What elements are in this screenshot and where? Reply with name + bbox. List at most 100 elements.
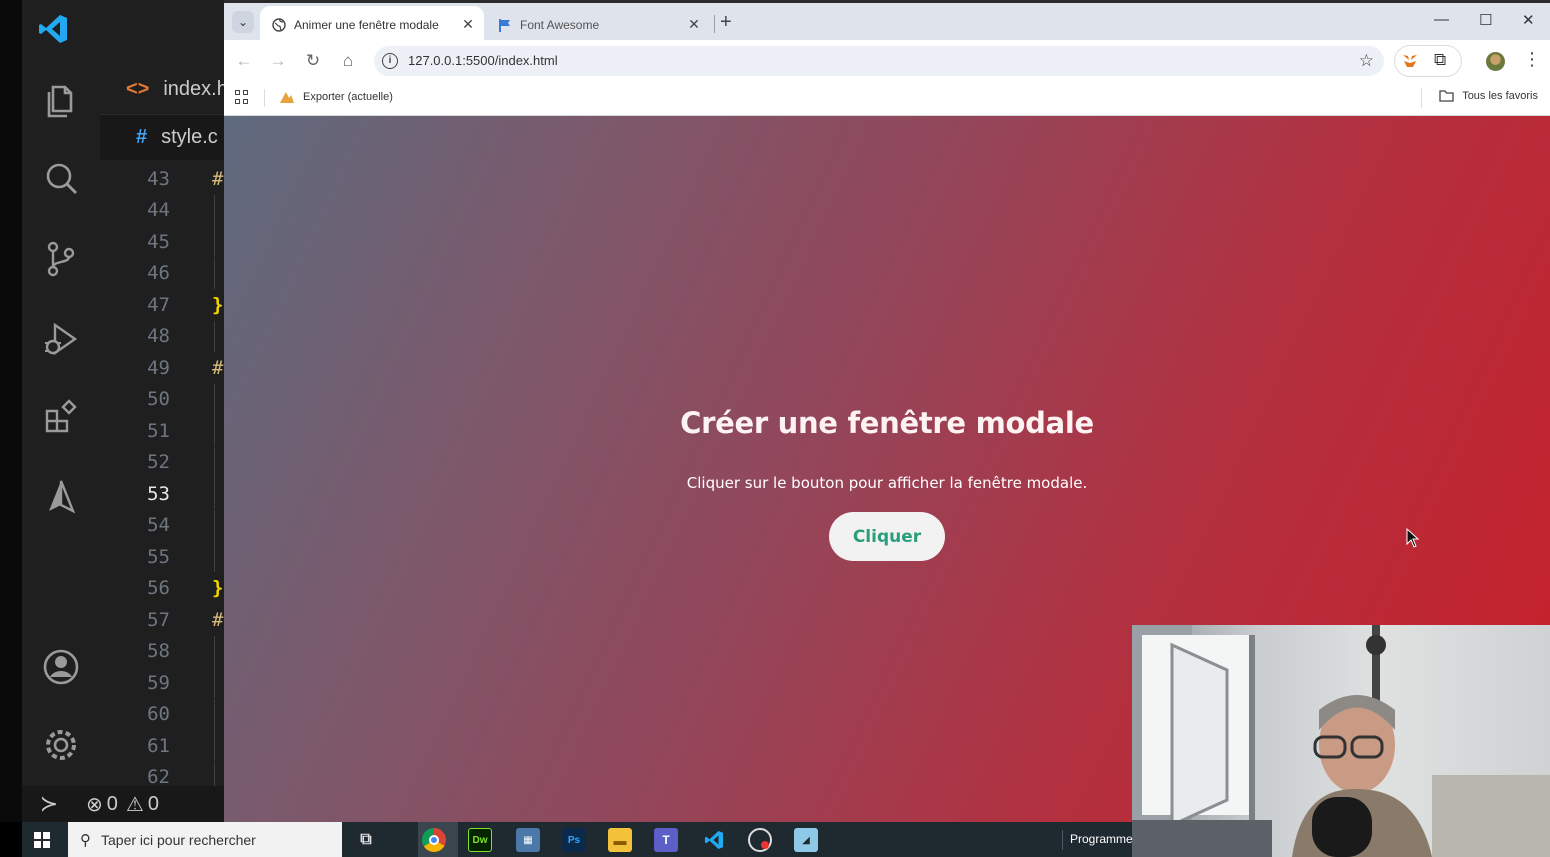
- windows-taskbar: ⚲ Taper ici pour rechercher ⧉ Dw ▦ Ps ▬ …: [22, 822, 1133, 857]
- windows-start-icon[interactable]: [34, 832, 50, 848]
- html-file-icon: <>: [126, 77, 150, 100]
- line-number: 53: [147, 482, 170, 505]
- apps-grid-icon[interactable]: [235, 90, 249, 104]
- browser-toolbar: ← → ↻ ⌂ i 127.0.0.1:5500/index.html ☆ ⧉ …: [224, 40, 1550, 82]
- bookmark-label: Exporter (actuelle): [303, 91, 393, 103]
- profile-avatar[interactable]: [1486, 52, 1505, 71]
- source-control-icon[interactable]: [38, 236, 84, 282]
- browser-tab[interactable]: Font Awesome ✕: [486, 6, 710, 43]
- line-number: 47: [147, 293, 170, 316]
- code-line[interactable]: 50: [100, 383, 224, 416]
- code-line[interactable]: 44: [100, 194, 224, 227]
- vscode-taskbar-icon[interactable]: [702, 828, 726, 852]
- code-text: #: [212, 356, 224, 379]
- tab-index-html[interactable]: <> index.h: [100, 66, 224, 112]
- dreamweaver-icon[interactable]: Dw: [468, 828, 492, 852]
- line-number: 58: [147, 640, 170, 663]
- code-line[interactable]: 47}: [100, 289, 224, 321]
- deploy-icon[interactable]: [38, 474, 84, 520]
- bookmark-exporter[interactable]: Exporter (actuelle): [279, 90, 393, 104]
- tab-search-chevron-icon[interactable]: ⌄: [232, 11, 254, 33]
- code-line[interactable]: 49 #: [100, 352, 224, 384]
- minimize-icon[interactable]: —: [1434, 11, 1449, 28]
- chrome-icon[interactable]: [422, 828, 446, 852]
- back-arrow-icon[interactable]: ←: [234, 51, 254, 71]
- vscode-logo-icon[interactable]: [36, 12, 70, 46]
- notepad-icon[interactable]: ◢: [794, 828, 818, 852]
- close-tab-icon[interactable]: ✕: [458, 16, 478, 33]
- photoshop-icon[interactable]: Ps: [562, 828, 586, 852]
- close-tab-icon[interactable]: ✕: [684, 16, 704, 33]
- code-line[interactable]: 46: [100, 257, 224, 290]
- code-text: [214, 761, 215, 786]
- code-line[interactable]: 62: [100, 761, 224, 786]
- extensions-icon[interactable]: [38, 394, 84, 440]
- remote-indicator-icon[interactable]: ≻: [22, 791, 76, 817]
- new-tab-button[interactable]: +: [720, 11, 732, 34]
- taskbar-search[interactable]: ⚲ Taper ici pour rechercher: [68, 822, 342, 857]
- code-line[interactable]: 54: [100, 509, 224, 542]
- line-gutter[interactable]: 43 #44 45 46 47} 48 49 #50 51 52 53 54 55 56} 57 # 58 59 6…: [100, 163, 224, 786]
- search-icon[interactable]: [38, 156, 84, 202]
- code-line[interactable]: 55: [100, 541, 224, 573]
- settings-gear-icon[interactable]: [38, 722, 84, 768]
- code-text: [214, 478, 215, 510]
- code-line[interactable]: 52: [100, 446, 224, 479]
- taskbar-toolbar-label[interactable]: Programme: [1070, 832, 1133, 846]
- forward-arrow-icon[interactable]: →: [268, 51, 288, 71]
- line-number: 49: [147, 356, 170, 379]
- code-line[interactable]: 43 #: [100, 163, 224, 195]
- line-number: 55: [147, 545, 170, 568]
- code-line[interactable]: 57 #: [100, 604, 224, 636]
- code-text: [214, 257, 215, 289]
- url-text[interactable]: 127.0.0.1:5500/index.html: [408, 53, 558, 68]
- code-line[interactable]: 60: [100, 698, 224, 731]
- close-window-icon[interactable]: ✕: [1522, 11, 1535, 29]
- code-line[interactable]: 61: [100, 730, 224, 762]
- address-bar[interactable]: i 127.0.0.1:5500/index.html ☆: [374, 46, 1384, 76]
- error-count[interactable]: 0: [107, 793, 118, 816]
- code-text: [214, 635, 215, 667]
- bookmark-divider: [264, 89, 265, 107]
- line-number: 61: [147, 734, 170, 757]
- tab-title: Animer une fenêtre modale: [294, 17, 439, 32]
- extensions-puzzle-icon[interactable]: ⧉: [1434, 50, 1446, 70]
- reload-icon[interactable]: ↻: [303, 51, 323, 71]
- task-view-icon[interactable]: ⧉: [354, 828, 378, 852]
- warning-icon[interactable]: ⚠: [126, 792, 144, 817]
- code-line[interactable]: 53: [100, 478, 224, 510]
- file-explorer-icon[interactable]: ▬: [608, 828, 632, 852]
- metamask-fox-icon[interactable]: [1402, 53, 1418, 69]
- code-text: [214, 541, 215, 573]
- run-debug-icon[interactable]: [38, 316, 84, 362]
- all-favorites-folder[interactable]: Tous les favoris: [1439, 90, 1538, 102]
- account-icon[interactable]: [38, 644, 84, 690]
- code-text: [214, 667, 215, 699]
- calculator-icon[interactable]: ▦: [516, 828, 540, 852]
- error-icon[interactable]: ⊗: [86, 792, 103, 817]
- bookmark-star-icon[interactable]: ☆: [1359, 51, 1374, 71]
- home-icon[interactable]: ⌂: [338, 51, 358, 71]
- code-text: #: [212, 608, 224, 631]
- obs-recording-icon[interactable]: [748, 828, 772, 852]
- page-heading: Créer une fenêtre modale: [680, 406, 1094, 440]
- browser-menu-icon[interactable]: ⋮: [1523, 50, 1541, 68]
- site-info-icon[interactable]: i: [382, 53, 398, 69]
- code-line[interactable]: 56}: [100, 573, 224, 605]
- status-bar: ≻ ⊗ 0 ⚠ 0: [22, 786, 224, 822]
- code-line[interactable]: 58: [100, 635, 224, 668]
- code-line[interactable]: 48: [100, 320, 224, 353]
- code-line[interactable]: 51: [100, 415, 224, 447]
- explorer-icon[interactable]: [38, 76, 84, 122]
- folder-icon: [1439, 90, 1454, 102]
- code-line[interactable]: 45: [100, 226, 224, 258]
- warning-count[interactable]: 0: [148, 793, 159, 816]
- code-line[interactable]: 59: [100, 667, 224, 699]
- tab-title: Font Awesome: [520, 17, 600, 32]
- maximize-icon[interactable]: ☐: [1479, 11, 1492, 29]
- browser-tab-active[interactable]: Animer une fenêtre modale ✕: [260, 6, 484, 43]
- teams-icon[interactable]: T: [654, 828, 678, 852]
- line-number: 59: [147, 671, 170, 694]
- tab-style-css[interactable]: # style.c: [100, 114, 224, 160]
- open-modal-button[interactable]: Cliquer: [829, 512, 945, 561]
